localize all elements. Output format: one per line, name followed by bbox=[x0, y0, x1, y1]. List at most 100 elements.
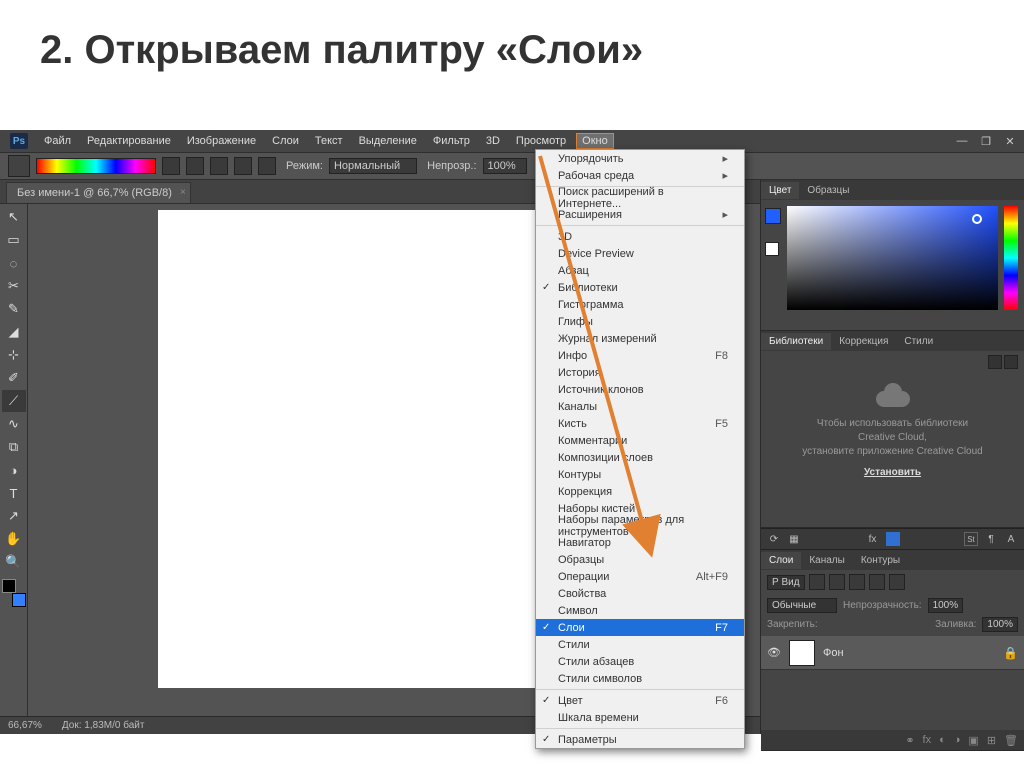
layer-fill-input[interactable]: 100% bbox=[982, 617, 1018, 632]
menu-item-композиции-слоев[interactable]: Композиции слоев bbox=[536, 449, 744, 466]
menu-item-операции[interactable]: ОперацииAlt+F9 bbox=[536, 568, 744, 585]
opacity-input[interactable]: 100% bbox=[483, 158, 527, 174]
eyedropper-tool[interactable]: ✎ bbox=[2, 298, 26, 320]
menu-item-свойства[interactable]: Свойства bbox=[536, 585, 744, 602]
layer-row[interactable]: 👁 Фон 🔒 bbox=[761, 636, 1024, 670]
menu-item-device-preview[interactable]: Device Preview bbox=[536, 245, 744, 262]
gradient-tool[interactable]: ⟋ bbox=[2, 390, 26, 412]
menu-item-каналы[interactable]: Каналы bbox=[536, 398, 744, 415]
filter-shape-icon[interactable] bbox=[869, 574, 885, 590]
new-adjustment-icon[interactable]: ◑ bbox=[954, 734, 961, 746]
maximize-icon[interactable]: ❐ bbox=[978, 134, 994, 148]
actions-icon[interactable]: ▦ bbox=[787, 532, 801, 546]
menu-view[interactable]: Просмотр bbox=[510, 133, 572, 149]
crop-tool[interactable]: ✂ bbox=[2, 275, 26, 297]
pen-tool[interactable]: ⧉ bbox=[2, 436, 26, 458]
dodge-tool[interactable]: ◑ bbox=[2, 459, 26, 481]
menu-item-шкала-времени[interactable]: Шкала времени bbox=[536, 709, 744, 726]
delete-layer-icon[interactable]: 🗑 bbox=[1004, 734, 1018, 747]
brush-tool[interactable]: ⊹ bbox=[2, 344, 26, 366]
visibility-icon[interactable]: 👁 bbox=[767, 646, 781, 659]
layer-fx-icon[interactable]: fx bbox=[923, 734, 932, 746]
zoom-level[interactable]: 66,67% bbox=[8, 720, 42, 731]
lib-grid-view-icon[interactable] bbox=[1004, 355, 1018, 369]
filter-pixel-icon[interactable] bbox=[809, 574, 825, 590]
menu-item-библиотеки[interactable]: Библиотеки bbox=[536, 279, 744, 296]
tab-paths[interactable]: Контуры bbox=[853, 552, 908, 569]
menu-item-3d[interactable]: 3D bbox=[536, 228, 744, 245]
tool-preset-icon[interactable] bbox=[8, 155, 30, 177]
menu-item-цвет[interactable]: ЦветF6 bbox=[536, 692, 744, 709]
marquee-tool[interactable]: ▭ bbox=[2, 229, 26, 251]
install-link[interactable]: Установить bbox=[864, 467, 921, 478]
menu-item-коррекция[interactable]: Коррекция bbox=[536, 483, 744, 500]
menu-window[interactable]: Окно bbox=[576, 133, 614, 149]
path-tool[interactable]: ↗ bbox=[2, 505, 26, 527]
tab-styles[interactable]: Стили bbox=[896, 333, 941, 350]
menu-item-комментарии[interactable]: Комментарии bbox=[536, 432, 744, 449]
menu-item-инфо[interactable]: ИнфоF8 bbox=[536, 347, 744, 364]
para-icon[interactable]: A bbox=[1004, 532, 1018, 546]
lasso-tool[interactable]: ◌ bbox=[2, 252, 26, 274]
tab-channels[interactable]: Каналы bbox=[801, 552, 853, 569]
menu-item-стили[interactable]: Стили bbox=[536, 636, 744, 653]
tab-libraries[interactable]: Библиотеки bbox=[761, 333, 831, 350]
gradient-preview[interactable] bbox=[36, 158, 156, 174]
tab-layers[interactable]: Слои bbox=[761, 552, 801, 569]
color-field[interactable] bbox=[787, 206, 998, 310]
new-group-icon[interactable]: ▣ bbox=[968, 734, 978, 747]
layer-opacity-input[interactable]: 100% bbox=[928, 598, 964, 613]
minimize-icon[interactable]: — bbox=[954, 134, 970, 148]
gradient-reflected-icon[interactable] bbox=[234, 157, 252, 175]
close-icon[interactable]: ✕ bbox=[1002, 134, 1018, 148]
menu-filter[interactable]: Фильтр bbox=[427, 133, 476, 149]
panel-bg-swatch[interactable] bbox=[765, 242, 779, 256]
menu-item-источник-клонов[interactable]: Источник клонов bbox=[536, 381, 744, 398]
gradient-diamond-icon[interactable] bbox=[258, 157, 276, 175]
blend-mode-select[interactable]: Нормальный bbox=[329, 158, 417, 174]
menu-edit[interactable]: Редактирование bbox=[81, 133, 177, 149]
history-icon[interactable]: ⟳ bbox=[767, 532, 781, 546]
document-tab[interactable]: Без имени-1 @ 66,7% (RGB/8) × bbox=[6, 182, 191, 203]
color-swatches[interactable] bbox=[2, 579, 26, 607]
menu-item-история[interactable]: История bbox=[536, 364, 744, 381]
blur-tool[interactable]: ∿ bbox=[2, 413, 26, 435]
foreground-color-swatch[interactable] bbox=[2, 579, 16, 593]
filter-text-icon[interactable] bbox=[849, 574, 865, 590]
gradient-linear-icon[interactable] bbox=[162, 157, 180, 175]
menu-item-глифы[interactable]: Глифы bbox=[536, 313, 744, 330]
menu-item-кисть[interactable]: КистьF5 bbox=[536, 415, 744, 432]
layer-mask-icon[interactable]: ◐ bbox=[939, 734, 946, 746]
hue-strip[interactable] bbox=[1004, 206, 1018, 310]
menu-file[interactable]: Файл bbox=[38, 133, 77, 149]
menu-layers[interactable]: Слои bbox=[266, 133, 305, 149]
zoom-tool[interactable]: 🔍 bbox=[2, 551, 26, 573]
type-tool[interactable]: T bbox=[2, 482, 26, 504]
tab-adjustments[interactable]: Коррекция bbox=[831, 333, 896, 350]
layer-filter-select[interactable]: Р Вид bbox=[767, 575, 805, 590]
menu-text[interactable]: Текст bbox=[309, 133, 349, 149]
gradient-angle-icon[interactable] bbox=[210, 157, 228, 175]
layer-thumbnail[interactable] bbox=[789, 640, 815, 666]
menu-item-стили-символов[interactable]: Стили символов bbox=[536, 670, 744, 687]
menu-item-гистограмма[interactable]: Гистограмма bbox=[536, 296, 744, 313]
fill-icon[interactable] bbox=[886, 532, 900, 546]
panel-fg-swatch[interactable] bbox=[765, 208, 781, 224]
lib-list-view-icon[interactable] bbox=[988, 355, 1002, 369]
link-layers-icon[interactable]: ⚭ bbox=[905, 734, 914, 747]
menu-item-слои[interactable]: СлоиF7 bbox=[536, 619, 744, 636]
st-icon[interactable]: St bbox=[964, 532, 978, 546]
menu-item-рабочая-среда[interactable]: Рабочая среда▸ bbox=[536, 167, 744, 184]
menu-item-параметры[interactable]: Параметры bbox=[536, 731, 744, 748]
stamp-tool[interactable]: ✐ bbox=[2, 367, 26, 389]
background-color-swatch[interactable] bbox=[12, 593, 26, 607]
menu-item-символ[interactable]: Символ bbox=[536, 602, 744, 619]
fx-icon[interactable]: fx bbox=[866, 532, 880, 546]
menu-item-абзац[interactable]: Абзац bbox=[536, 262, 744, 279]
menu-item-расширения[interactable]: Расширения▸ bbox=[536, 206, 744, 223]
menu-select[interactable]: Выделение bbox=[353, 133, 423, 149]
menu-image[interactable]: Изображение bbox=[181, 133, 262, 149]
move-tool[interactable]: ↖ bbox=[2, 206, 26, 228]
filter-smart-icon[interactable] bbox=[889, 574, 905, 590]
menu-item-журнал-измерений[interactable]: Журнал измерений bbox=[536, 330, 744, 347]
